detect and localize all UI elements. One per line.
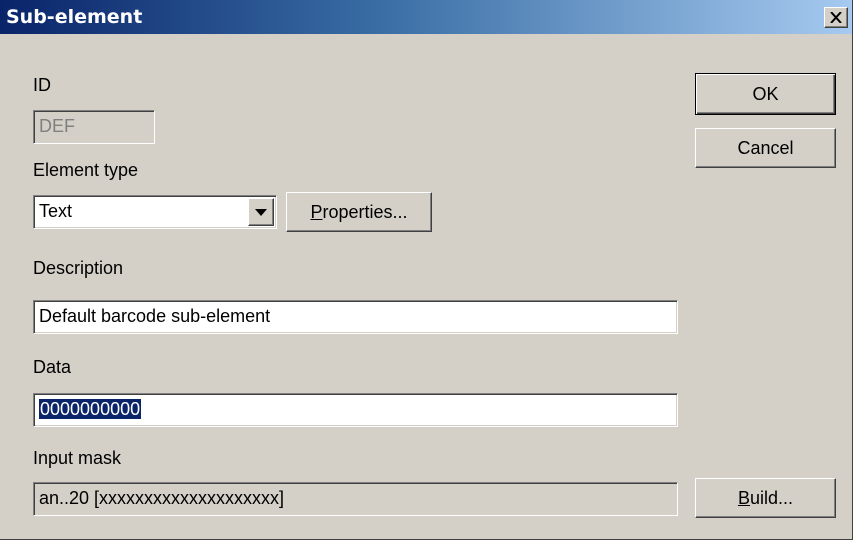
properties-mnemonic: P — [310, 201, 323, 222]
data-label: Data — [33, 357, 72, 377]
build-mnemonic: B — [737, 487, 750, 508]
element-type-select[interactable]: Text — [33, 195, 277, 229]
id-value: DEF — [39, 116, 75, 136]
element-type-value: Text — [39, 201, 73, 221]
window-title: Sub-element — [6, 6, 143, 28]
element-type-dropdown-button[interactable] — [248, 198, 274, 226]
ok-label: OK — [752, 83, 779, 104]
id-label: ID — [33, 75, 51, 95]
build-button[interactable]: Build... — [695, 478, 836, 518]
ok-button[interactable]: OK — [695, 73, 836, 115]
close-icon — [830, 12, 842, 23]
description-input[interactable]: Default barcode sub-element — [33, 300, 678, 334]
element-type-label: Element type — [33, 160, 139, 180]
input-mask-label: Input mask — [33, 448, 122, 468]
cancel-button[interactable]: Cancel — [695, 128, 836, 168]
id-field: DEF — [33, 110, 155, 144]
chevron-down-icon — [255, 208, 267, 216]
cancel-label: Cancel — [737, 137, 794, 158]
description-label: Description — [33, 258, 124, 278]
sub-element-dialog: Sub-element ID DEF Element type Text Pro… — [0, 0, 853, 540]
description-value: Default barcode sub-element — [39, 306, 271, 326]
data-input[interactable]: 0000000000 — [33, 393, 678, 427]
input-mask-field: an..20 [xxxxxxxxxxxxxxxxxxxx] — [33, 482, 678, 516]
build-label: uild... — [749, 487, 794, 508]
close-button[interactable] — [824, 7, 848, 28]
input-mask-value: an..20 [xxxxxxxxxxxxxxxxxxxx] — [39, 488, 285, 508]
title-bar[interactable]: Sub-element — [0, 0, 852, 34]
properties-label: roperties... — [322, 201, 408, 222]
properties-button[interactable]: Properties... — [286, 192, 432, 232]
data-value: 0000000000 — [39, 399, 142, 419]
